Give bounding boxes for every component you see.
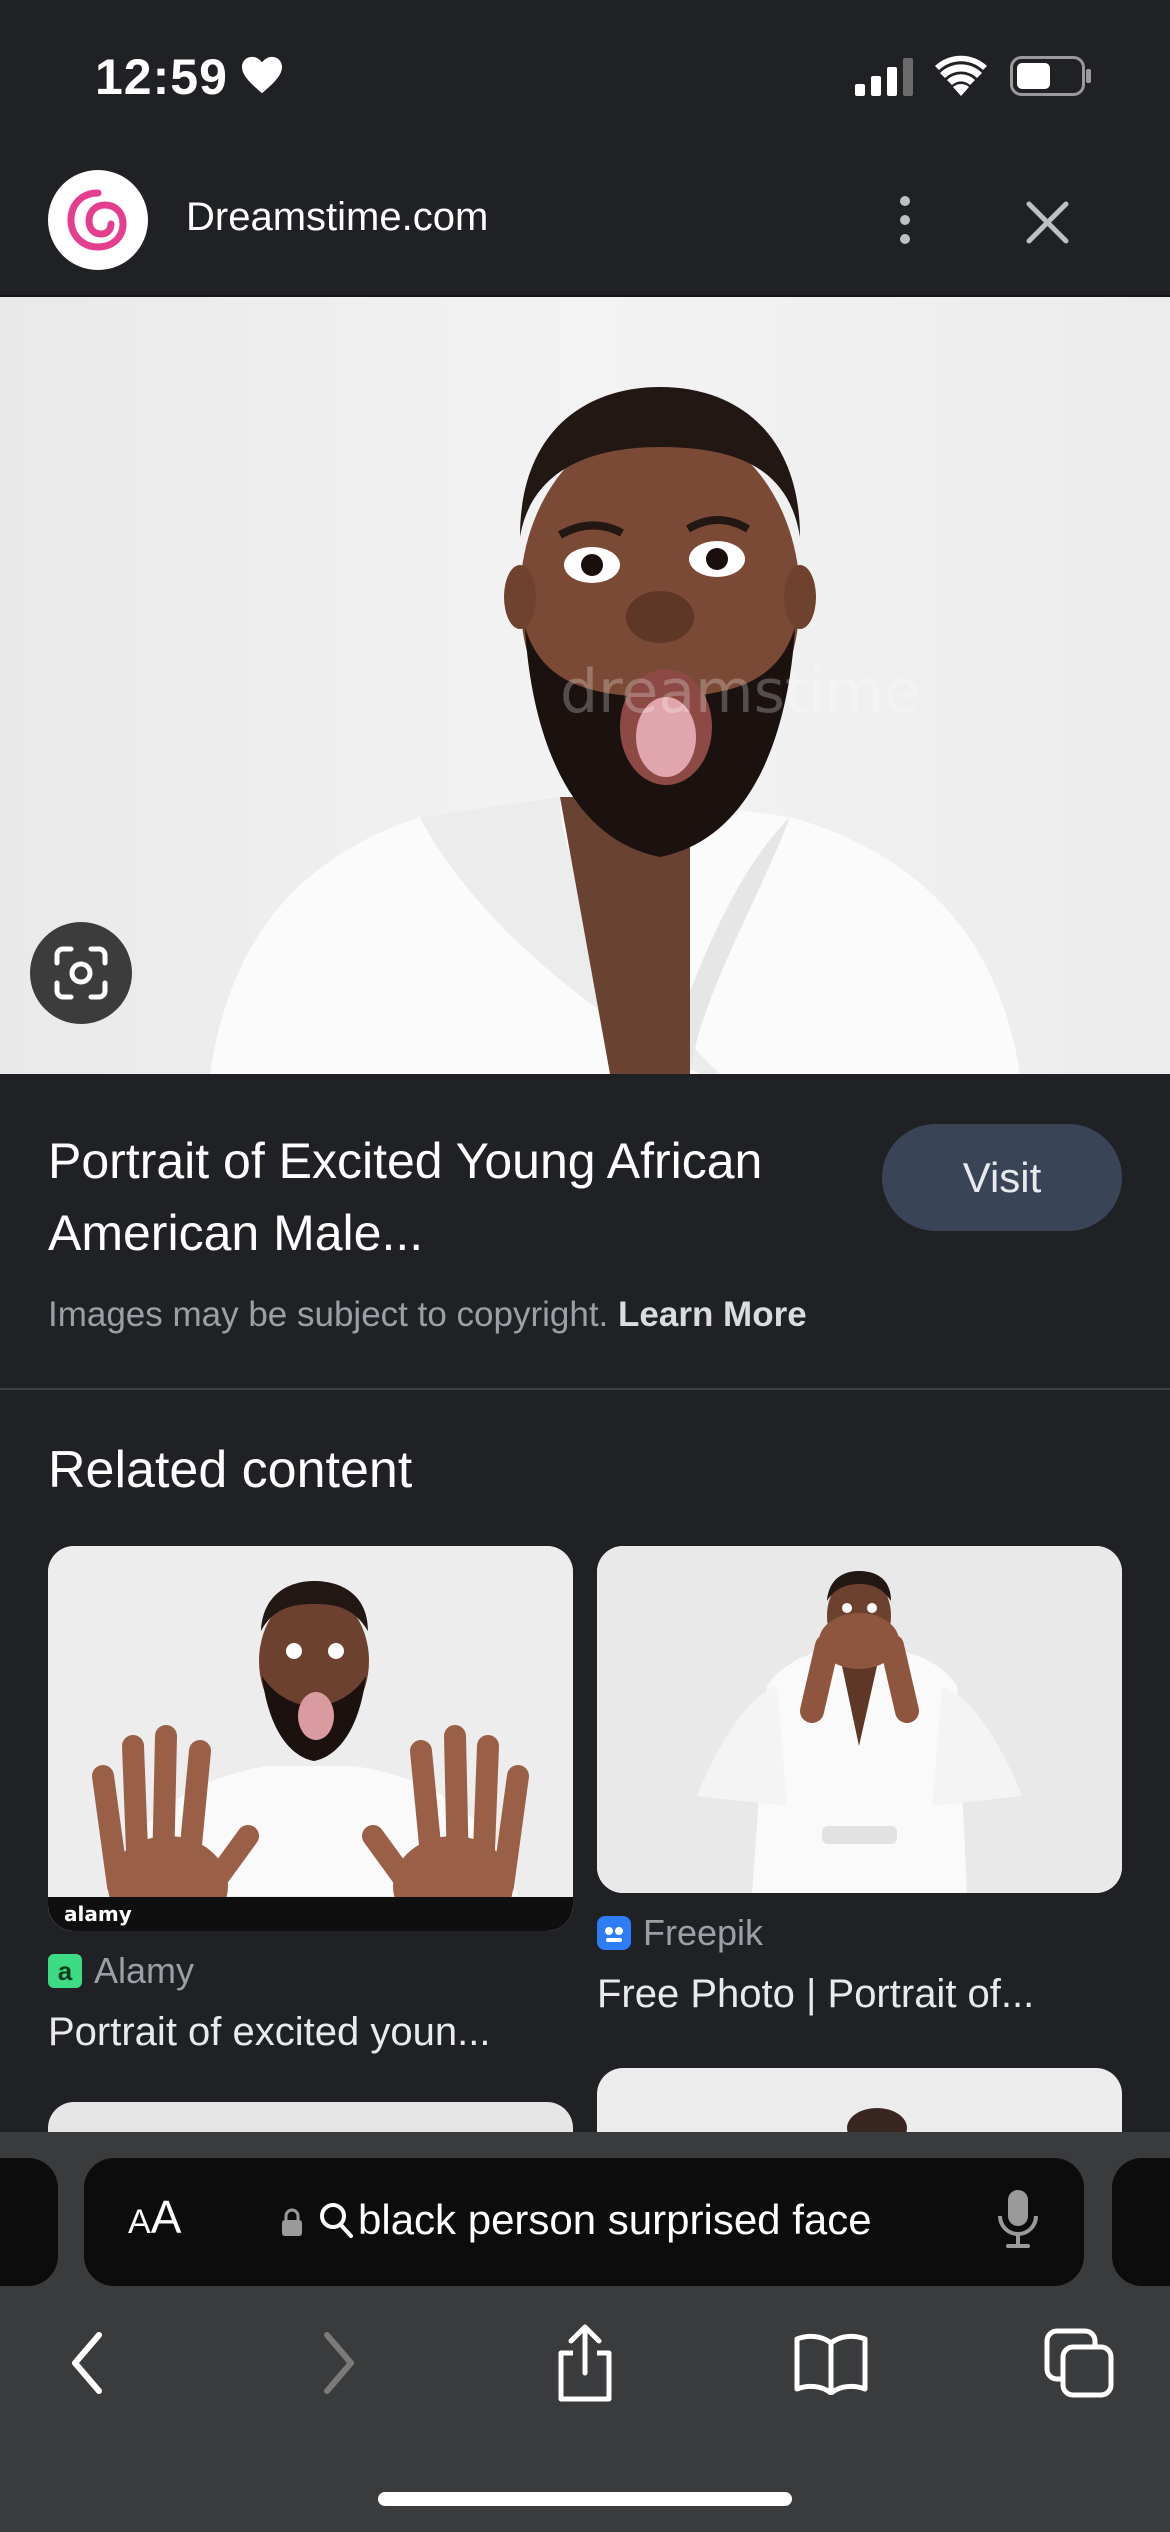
search-icon — [320, 2203, 353, 2238]
chevron-right-icon — [324, 2332, 354, 2394]
microphone-icon[interactable] — [996, 2188, 1040, 2252]
tabs-icon — [1044, 2328, 1114, 2398]
close-icon[interactable] — [1015, 190, 1080, 255]
related-image-freepik[interactable] — [597, 1546, 1122, 1893]
alamy-favicon-icon: a — [48, 1954, 82, 1988]
heart-icon — [242, 56, 282, 94]
source-label: Alamy — [94, 1950, 195, 1991]
share-icon — [558, 2324, 612, 2402]
related-content-heading: Related content — [48, 1441, 413, 1499]
back-button[interactable] — [42, 2318, 132, 2408]
site-name[interactable]: Dreamstime.com — [186, 195, 488, 240]
more-options-button[interactable] — [880, 185, 930, 255]
related-title-freepik[interactable]: Free Photo | Portrait of... — [597, 1972, 1034, 2017]
alamy-watermark: alamy — [64, 1902, 132, 1926]
freepik-favicon-icon — [597, 1916, 631, 1950]
copyright-text: Images may be subject to copyright. — [48, 1295, 609, 1334]
site-header — [0, 150, 1170, 297]
home-indicator — [378, 2492, 792, 2506]
site-logo[interactable] — [48, 170, 148, 270]
google-lens-button[interactable] — [30, 922, 132, 1024]
address-query[interactable]: black person surprised face — [358, 2196, 872, 2244]
related-illustration-hands: alamy — [48, 1546, 573, 1931]
lens-scan-icon — [54, 946, 108, 1000]
cellular-signal-icon — [855, 58, 913, 96]
next-tab-address-bar[interactable] — [1112, 2158, 1170, 2286]
dreamstime-logo-icon — [61, 183, 135, 257]
reader-settings-button[interactable]: AA — [128, 2190, 181, 2244]
hero-image[interactable]: dreamstime — [0, 297, 1170, 1074]
battery-icon — [1010, 56, 1091, 96]
related-illustration-cover-mouth — [597, 1546, 1122, 1893]
visit-button[interactable]: Visit — [882, 1124, 1122, 1231]
share-button[interactable] — [540, 2318, 630, 2408]
related-source-alamy[interactable]: a Alamy — [48, 1950, 194, 1992]
related-image-partial[interactable] — [48, 2102, 573, 2132]
related-source-freepik[interactable]: Freepik — [597, 1912, 763, 1954]
bookmarks-button[interactable] — [786, 2318, 876, 2408]
tabs-button[interactable] — [1034, 2318, 1124, 2408]
book-icon — [794, 2333, 868, 2395]
source-label: Freepik — [643, 1912, 764, 1953]
portrait-illustration: dreamstime — [210, 387, 1020, 1074]
learn-more-link[interactable]: Learn More — [618, 1295, 807, 1334]
divider — [0, 1388, 1170, 1390]
wifi-icon — [935, 55, 987, 96]
image-title[interactable]: Portrait of Excited Young African Americ… — [48, 1125, 828, 1269]
related-image-partial[interactable] — [597, 2068, 1122, 2132]
chevron-left-icon — [72, 2332, 102, 2394]
partial-head — [847, 2108, 907, 2132]
related-title-alamy[interactable]: Portrait of excited youn... — [48, 2010, 490, 2055]
lock-icon — [282, 2208, 302, 2236]
previous-tab-address-bar[interactable] — [0, 2158, 58, 2286]
related-image-alamy[interactable]: alamy — [48, 1546, 573, 1931]
copyright-notice: Images may be subject to copyright. Lear… — [48, 1295, 807, 1335]
forward-button[interactable] — [294, 2318, 384, 2408]
status-time: 12:59 — [95, 49, 228, 105]
hero-watermark: dreamstime — [560, 657, 920, 727]
